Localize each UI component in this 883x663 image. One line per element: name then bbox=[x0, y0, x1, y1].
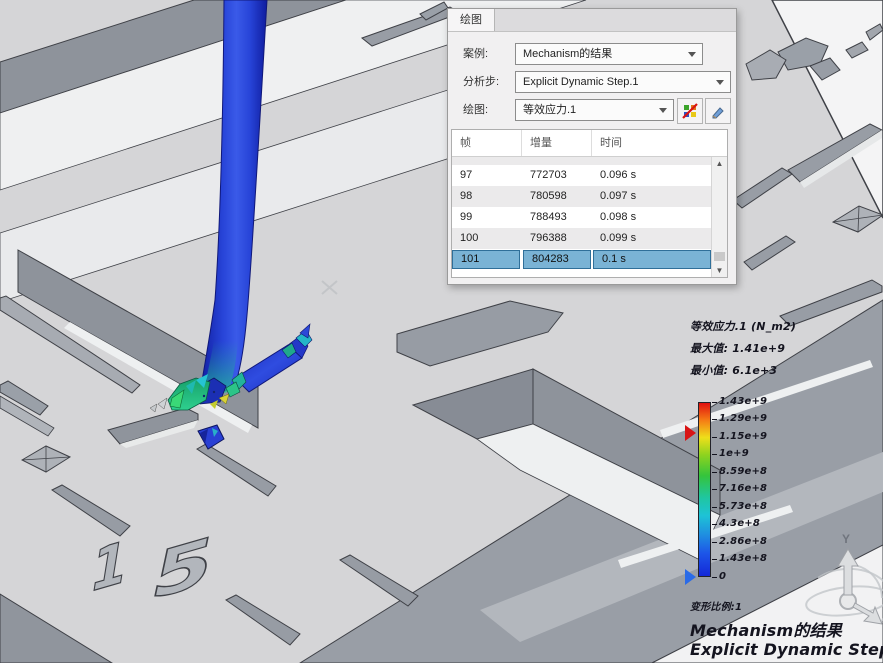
scale-tick bbox=[712, 454, 717, 455]
plot-label: 绘图: bbox=[463, 99, 488, 121]
chevron-down-icon bbox=[716, 80, 724, 85]
scale-tick bbox=[712, 437, 717, 438]
cell-increment: 804283 bbox=[523, 250, 591, 269]
plot-select[interactable]: 等效应力.1 bbox=[515, 99, 674, 121]
legend-title: 等效应力.1 (N_m2) bbox=[690, 318, 796, 334]
scale-tick bbox=[712, 507, 717, 508]
chevron-down-icon bbox=[659, 108, 667, 113]
legend-min-value: 最小值: 6.1e+3 bbox=[690, 362, 777, 378]
scale-label: 1.29e+9 bbox=[719, 413, 767, 424]
cell-increment: 788493 bbox=[522, 207, 592, 228]
cell-time: 0.098 s bbox=[592, 207, 712, 228]
cell-time: 0.097 s bbox=[592, 186, 712, 207]
table-row[interactable]: 99 788493 0.098 s bbox=[452, 207, 712, 228]
table-row-clipped[interactable]: 96 764807 0.095 s bbox=[452, 157, 712, 165]
scale-tick bbox=[712, 419, 717, 420]
cell-time: 0.099 s bbox=[592, 228, 712, 249]
table-row[interactable]: 100 796388 0.099 s bbox=[452, 228, 712, 249]
scale-tick bbox=[712, 402, 717, 403]
column-frame: 帧 bbox=[452, 130, 522, 156]
column-increment: 增量 bbox=[522, 130, 592, 156]
scale-label: 1.43e+9 bbox=[719, 396, 767, 407]
step-select-value: Explicit Dynamic Step.1 bbox=[523, 76, 639, 88]
triad-y-label: Y bbox=[842, 532, 850, 546]
symbol-colors-icon bbox=[682, 103, 698, 119]
plot-dialog: 绘图 案例: Mechanism的结果 分析步: Explicit Dynami… bbox=[447, 8, 737, 285]
cell-time: 0.095 s bbox=[592, 157, 712, 165]
cell-frame: 100 bbox=[452, 228, 522, 249]
scale-tick bbox=[712, 524, 717, 525]
cell-increment: 780598 bbox=[522, 186, 592, 207]
case-label: 案例: bbox=[463, 43, 488, 65]
scale-tick bbox=[712, 489, 717, 490]
scale-label: 2.86e+8 bbox=[719, 536, 767, 547]
step-select[interactable]: Explicit Dynamic Step.1 bbox=[515, 71, 731, 93]
cell-increment: 796388 bbox=[522, 228, 592, 249]
deformation-scale-note: 变形比例:1 bbox=[690, 598, 742, 613]
cell-increment: 764807 bbox=[522, 157, 592, 165]
scale-tick bbox=[712, 542, 717, 543]
scale-label: 7.16e+8 bbox=[719, 483, 767, 494]
scroll-down-icon[interactable]: ▼ bbox=[712, 264, 727, 277]
scale-tick bbox=[712, 577, 717, 578]
table-body: 96 764807 0.095 s 97 772703 0.096 s 98 7… bbox=[452, 157, 712, 277]
dialog-tabstrip: 绘图 bbox=[448, 9, 736, 32]
table-scrollbar[interactable]: ▲ ▼ bbox=[711, 157, 727, 277]
plot-select-value: 等效应力.1 bbox=[523, 104, 576, 116]
scale-tick bbox=[712, 472, 717, 473]
table-row[interactable]: 97 772703 0.096 s bbox=[452, 165, 712, 186]
column-time: 时间 bbox=[592, 130, 712, 156]
cell-increment: 772703 bbox=[522, 165, 592, 186]
scale-label: 1e+9 bbox=[719, 448, 749, 459]
cell-frame: 97 bbox=[452, 165, 522, 186]
cell-time: 0.096 s bbox=[592, 165, 712, 186]
scale-tick bbox=[712, 559, 717, 560]
symbol-colors-button[interactable] bbox=[677, 98, 703, 124]
cell-time: 0.1 s bbox=[593, 250, 711, 269]
case-select-value: Mechanism的结果 bbox=[523, 48, 612, 60]
cell-frame: 98 bbox=[452, 186, 522, 207]
edit-plot-button[interactable] bbox=[705, 98, 731, 124]
cell-frame: 96 bbox=[452, 157, 522, 165]
scale-label: 0 bbox=[719, 571, 726, 582]
chevron-down-icon bbox=[688, 52, 696, 57]
cell-frame: 101 bbox=[452, 250, 520, 269]
scale-label: 5.73e+8 bbox=[719, 501, 767, 512]
application-window: 1 5 bbox=[0, 0, 883, 663]
table-header: 帧 增量 时间 bbox=[452, 130, 727, 157]
scale-label: 4.3e+8 bbox=[719, 518, 760, 529]
min-marker-icon bbox=[685, 569, 696, 585]
edit-pencil-icon bbox=[710, 103, 726, 119]
color-scale-bar bbox=[698, 402, 711, 577]
step-label: 分析步: bbox=[463, 71, 499, 93]
cell-frame: 99 bbox=[452, 207, 522, 228]
scale-label: 1.15e+9 bbox=[719, 431, 767, 442]
scale-label: 1.43e+8 bbox=[719, 553, 767, 564]
case-select[interactable]: Mechanism的结果 bbox=[515, 43, 703, 65]
tab-plot[interactable]: 绘图 bbox=[448, 9, 495, 31]
table-row[interactable]: 98 780598 0.097 s bbox=[452, 186, 712, 207]
scroll-up-icon[interactable]: ▲ bbox=[712, 157, 727, 170]
scrollbar-thumb[interactable] bbox=[714, 252, 725, 261]
frame-info-note: Explicit Dynamic Step.1/帧 38 (0.037 s) bbox=[690, 636, 883, 660]
table-row-selected[interactable]: 101 804283 0.1 s bbox=[452, 249, 712, 270]
scale-label: 8.59e+8 bbox=[719, 466, 767, 477]
frames-table: 帧 增量 时间 96 764807 0.095 s 97 772703 0.09… bbox=[451, 129, 728, 278]
legend-max-value: 最大值: 1.41e+9 bbox=[690, 340, 785, 356]
max-marker-icon bbox=[685, 425, 696, 441]
